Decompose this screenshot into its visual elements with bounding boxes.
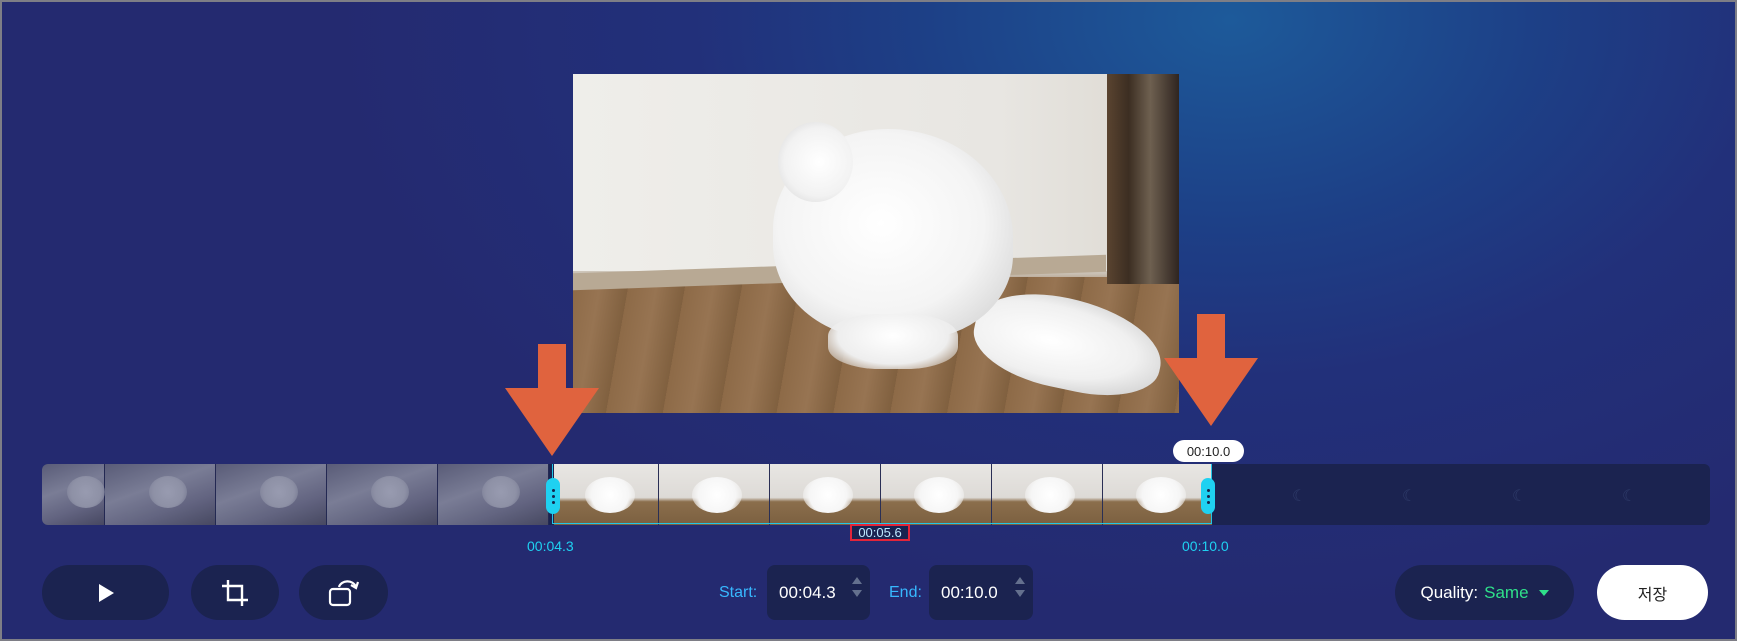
start-time-value: 00:04.3 <box>779 582 836 602</box>
stepper-down-icon[interactable] <box>1015 590 1025 597</box>
end-trim-handle[interactable] <box>1201 478 1215 514</box>
loading-icon: ☾ <box>1512 488 1527 505</box>
crop-button[interactable] <box>191 565 279 620</box>
end-time-value: 00:10.0 <box>941 582 998 602</box>
stepper-down-icon[interactable] <box>852 590 862 597</box>
video-cutter-app: ☾ ☾ ☾ ☾ ☾ 00:10.0 00:05.6 00:04.3 00:10.… <box>2 2 1735 639</box>
end-marker-arrow-icon <box>1164 314 1258 426</box>
start-time-stepper[interactable] <box>852 577 862 597</box>
timeline-thumbnail <box>554 464 659 525</box>
rotate-icon <box>328 579 359 606</box>
start-marker-arrow-icon <box>505 344 599 456</box>
grip-dot-icon <box>1206 488 1210 492</box>
timeline-thumbnails-selected <box>554 464 1212 525</box>
preview-door <box>1107 74 1179 285</box>
save-button[interactable]: 저장 <box>1597 565 1708 620</box>
timeline-thumbnail <box>105 464 216 525</box>
video-preview <box>573 74 1179 413</box>
play-icon <box>98 583 114 602</box>
start-time-label: 00:04.3 <box>527 538 574 554</box>
grip-dot-icon <box>1206 500 1210 504</box>
end-time-label: 00:10.0 <box>1182 538 1229 554</box>
grip-dot-icon <box>551 488 555 492</box>
timeline-empty-area: ☾ ☾ ☾ ☾ ☾ <box>1212 464 1710 525</box>
play-button[interactable] <box>42 565 169 620</box>
timeline-thumbnails-unselected <box>42 464 554 525</box>
start-trim-handle[interactable] <box>546 478 560 514</box>
quality-value: Same <box>1484 582 1529 602</box>
timeline-thumbnail <box>770 464 881 525</box>
timeline-thumbnail <box>881 464 992 525</box>
loading-icon: ☾ <box>1292 488 1307 505</box>
timeline-track[interactable]: ☾ ☾ ☾ ☾ ☾ <box>42 464 1710 525</box>
end-time-tooltip: 00:10.0 <box>1173 440 1244 462</box>
grip-dot-icon <box>551 500 555 504</box>
crop-icon <box>222 579 248 606</box>
end-time-stepper[interactable] <box>1015 577 1025 597</box>
end-field-label: End: <box>889 584 922 601</box>
start-field-label: Start: <box>719 584 758 601</box>
cat-head <box>778 122 853 202</box>
timeline-thumbnail <box>42 464 105 525</box>
grip-dot-icon <box>1206 494 1210 498</box>
timeline-thumbnail <box>1103 464 1212 525</box>
start-time-input[interactable]: 00:04.3 <box>767 565 870 620</box>
timeline-thumbnail <box>327 464 438 525</box>
quality-dropdown[interactable]: Quality: Same <box>1395 565 1574 620</box>
timeline-thumbnail <box>992 464 1103 525</box>
rotate-button[interactable] <box>299 565 388 620</box>
stepper-up-icon[interactable] <box>852 577 862 584</box>
chevron-down-icon <box>1538 589 1549 596</box>
timeline-thumbnail <box>216 464 327 525</box>
quality-label: Quality: <box>1420 582 1479 602</box>
playhead-time-label: 00:05.6 <box>850 524 910 541</box>
end-time-input[interactable]: 00:10.0 <box>929 565 1033 620</box>
cat-legs <box>828 314 958 369</box>
loading-icon: ☾ <box>1402 488 1417 505</box>
stepper-up-icon[interactable] <box>1015 577 1025 584</box>
timeline-thumbnail <box>438 464 549 525</box>
timeline-thumbnail <box>659 464 770 525</box>
loading-icon: ☾ <box>1622 488 1637 505</box>
grip-dot-icon <box>551 494 555 498</box>
